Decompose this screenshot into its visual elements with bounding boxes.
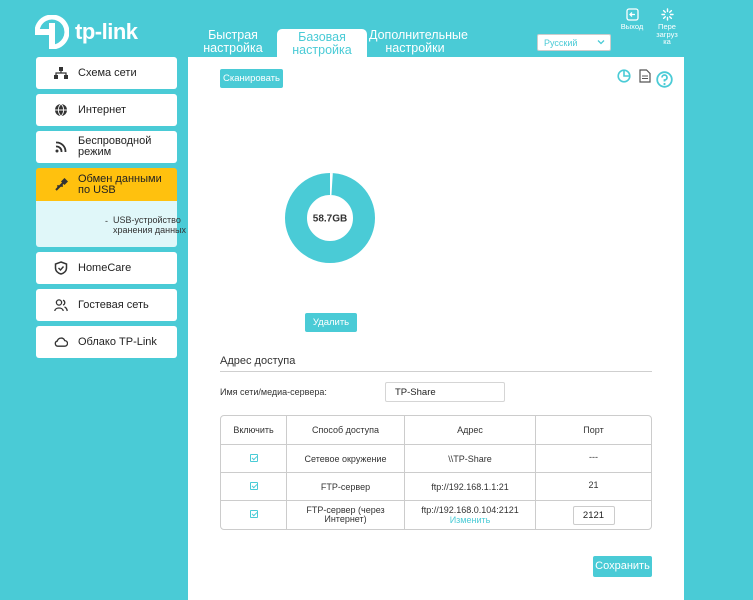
sidebar-item-tplink-cloud[interactable]: Облако TP-Link xyxy=(36,326,177,358)
reboot-label-3: ка xyxy=(663,37,671,46)
column-header: Порт xyxy=(536,416,651,445)
access-address: ftp://192.168.0.104:2121 xyxy=(421,505,519,515)
access-address-cell: ftp://192.168.0.104:2121 Изменить xyxy=(405,501,536,529)
sidebar-item-label: Обмен данными по USB xyxy=(78,172,162,196)
sidebar-item-internet[interactable]: Интернет xyxy=(36,94,177,126)
column-header: Адрес xyxy=(405,416,536,445)
shield-icon xyxy=(54,261,68,275)
wifi-icon xyxy=(54,140,68,154)
column-header: Включить xyxy=(221,416,287,445)
tab-quick-setup-line1: Быстрая xyxy=(208,28,258,42)
submenu-dash: - xyxy=(105,216,108,226)
tab-advanced[interactable]: Дополнительные настройки xyxy=(369,28,468,57)
tab-advanced-line2: настройки xyxy=(385,40,445,55)
chevron-down-icon xyxy=(597,38,605,48)
section-divider xyxy=(220,371,652,372)
storage-donut-chart: 58.7GB xyxy=(285,173,375,263)
enable-checkbox[interactable] xyxy=(249,453,258,462)
access-table: Включить Способ доступа Адрес Порт Сетев… xyxy=(220,415,652,530)
main-panel: Сканировать 58.7GB Удалить Адрес доступа… xyxy=(188,57,684,600)
table-row: FTP-сервер (через Интернет) ftp://192.16… xyxy=(221,501,651,529)
document-icon[interactable] xyxy=(639,69,651,88)
sidebar-sub-item-usb-storage[interactable]: USB-устройство хранения данных xyxy=(113,215,193,235)
sidebar-item-homecare[interactable]: HomeCare xyxy=(36,252,177,284)
sidebar-item-label: Схема сети xyxy=(78,67,137,79)
tab-advanced-line1: Дополнительные xyxy=(369,28,468,42)
enable-checkbox[interactable] xyxy=(249,481,258,490)
access-address: ftp://192.168.1.1:21 xyxy=(405,473,536,501)
globe-icon xyxy=(54,103,68,117)
scan-button[interactable]: Сканировать xyxy=(220,69,283,88)
section-title: Адрес доступа xyxy=(220,355,296,367)
language-select[interactable]: Русский xyxy=(537,34,611,51)
help-icon[interactable] xyxy=(656,71,673,93)
storage-total-label: 58.7GB xyxy=(313,214,347,225)
tab-quick-setup-line2: настройка xyxy=(203,40,263,55)
tab-quick-setup[interactable]: Быстрая настройка xyxy=(188,29,278,57)
port-input[interactable]: 2121 xyxy=(572,505,615,525)
cloud-icon xyxy=(54,335,68,349)
table-row: Сетевое окружение \\TP-Share --- xyxy=(221,445,651,473)
tp-link-logo: tp-link xyxy=(35,15,138,49)
sidebar-item-usb-sharing[interactable]: Обмен данными по USB xyxy=(36,168,177,201)
access-port: --- xyxy=(536,445,651,473)
server-name-input[interactable]: TP-Share xyxy=(385,382,505,402)
enable-checkbox[interactable] xyxy=(249,510,258,518)
server-name-label: Имя сети/медиа-сервера: xyxy=(220,387,327,397)
network-map-icon xyxy=(54,66,68,80)
logout-button[interactable]: Выход xyxy=(619,8,645,31)
tp-link-logo-icon xyxy=(35,15,69,49)
sidebar-item-guest-network[interactable]: Гостевая сеть xyxy=(36,289,177,321)
access-method: FTP-сервер (через Интернет) xyxy=(287,501,405,529)
access-address: \\TP-Share xyxy=(405,445,536,473)
logo-text: tp-link xyxy=(75,19,138,44)
access-method: Сетевое окружение xyxy=(287,445,405,473)
tab-basic-line2: настройка xyxy=(292,42,352,57)
table-header-row: Включить Способ доступа Адрес Порт xyxy=(221,416,651,445)
table-row: FTP-сервер ftp://192.168.1.1:21 21 xyxy=(221,473,651,501)
column-header: Способ доступа xyxy=(287,416,405,445)
access-port: 21 xyxy=(536,473,651,501)
logout-label: Выход xyxy=(620,22,644,31)
access-method: FTP-сервер xyxy=(287,473,405,501)
sidebar-submenu: - USB-устройство хранения данных xyxy=(36,201,186,247)
reboot-button[interactable]: Пере загруз ка xyxy=(652,8,682,46)
sidebar-item-network-map[interactable]: Схема сети xyxy=(36,57,177,89)
delete-button[interactable]: Удалить xyxy=(305,313,357,332)
reboot-icon xyxy=(660,8,674,21)
access-port-cell: 2121 xyxy=(536,501,651,529)
sidebar-item-label: Беспроводной режим xyxy=(78,135,152,158)
sidebar-item-label: Интернет xyxy=(78,104,126,116)
sidebar-item-label: HomeCare xyxy=(78,262,132,274)
sidebar-item-label: Гостевая сеть xyxy=(78,299,149,311)
language-value: Русский xyxy=(544,38,578,48)
logout-icon xyxy=(625,8,639,21)
tab-basic[interactable]: Базовая настройка xyxy=(277,29,367,57)
usage-chart-icon[interactable] xyxy=(617,69,631,88)
sidebar-item-label: Облако TP-Link xyxy=(78,336,157,348)
usb-icon xyxy=(54,177,68,192)
guests-icon xyxy=(54,298,68,312)
sidebar-item-wireless[interactable]: Беспроводной режим xyxy=(36,131,177,163)
tab-basic-line1: Базовая xyxy=(298,30,346,44)
change-address-link[interactable]: Изменить xyxy=(405,515,535,525)
save-button[interactable]: Сохранить xyxy=(593,556,652,577)
